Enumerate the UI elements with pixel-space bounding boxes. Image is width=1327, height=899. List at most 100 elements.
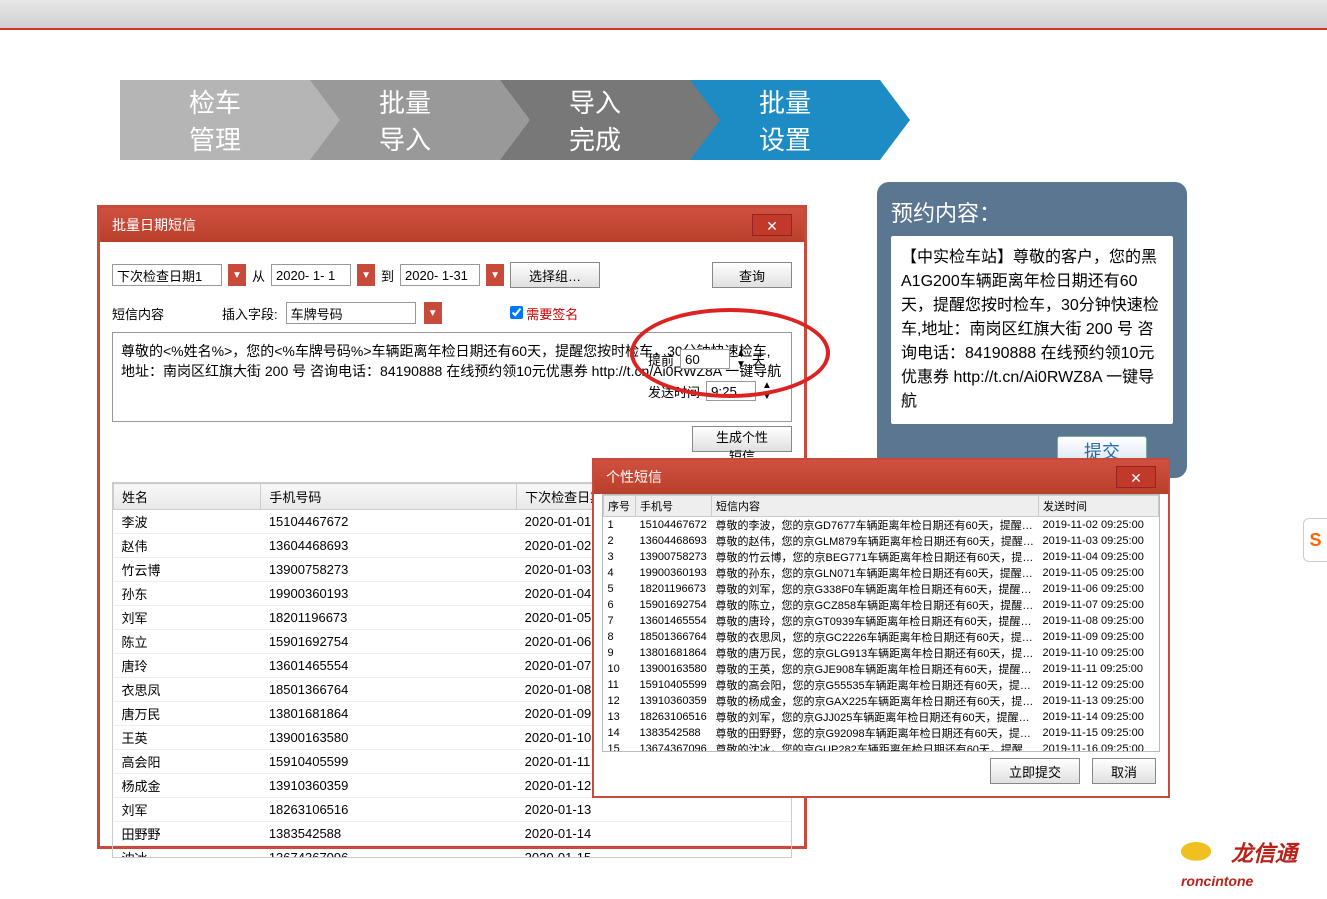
table-row[interactable]: 818501366764尊敬的衣思凤，您的京GC2226车辆距离年检日期还有60… [604, 629, 1159, 645]
close-button[interactable]: ✕ [1116, 466, 1156, 488]
table-row[interactable]: 913801681864尊敬的唐万民，您的京GLG913车辆距离年检日期还有60… [604, 645, 1159, 661]
table-row[interactable]: 615901692754尊敬的陈立，您的京GCZ858车辆距离年检日期还有60天… [604, 597, 1159, 613]
table-row[interactable]: 115104467672尊敬的李波，您的京GD7677车辆距离年检日期还有60天… [604, 517, 1159, 534]
cell: 2019-11-04 09:25:00 [1039, 549, 1159, 565]
date-field-select[interactable]: 下次检查日期1 [112, 264, 222, 286]
cell: 10 [604, 661, 636, 677]
side-tab[interactable]: S [1303, 518, 1327, 562]
cell: 田野野 [114, 822, 261, 846]
cell: 尊敬的刘军，您的京G338F0车辆距离年检日期还有60天，提醒… [712, 581, 1039, 597]
cell: 王英 [114, 726, 261, 750]
generate-button[interactable]: 生成个性短信 [692, 426, 792, 452]
column-header[interactable]: 手机号码 [261, 484, 517, 510]
query-button[interactable]: 查询 [712, 262, 792, 288]
sign-label: 需要签名 [526, 307, 578, 322]
spin-down-icon[interactable]: ▼ [762, 391, 772, 402]
cell: 18201196673 [261, 606, 517, 630]
cell: 3 [604, 549, 636, 565]
cell: 孙东 [114, 582, 261, 606]
cell: 2019-11-16 09:25:00 [1039, 741, 1159, 752]
cell: 7 [604, 613, 636, 629]
table-row[interactable]: 313900758273尊敬的竹云博，您的京BEG771车辆距离年检日期还有60… [604, 549, 1159, 565]
cell: 14 [604, 725, 636, 741]
cell: 13 [604, 709, 636, 725]
sms-grid[interactable]: 序号手机号短信内容发送时间115104467672尊敬的李波，您的京GD7677… [602, 494, 1160, 752]
table-row[interactable]: 刘军182631065162020-01-13 [114, 798, 791, 822]
table-row[interactable]: 1213910360359尊敬的杨成金，您的京GAX225车辆距离年检日期还有6… [604, 693, 1159, 709]
table-row[interactable]: 141383542588尊敬的田野野，您的京G92098车辆距离年检日期还有60… [604, 725, 1159, 741]
logo: 龙信通 roncintone [1181, 836, 1297, 889]
column-header[interactable]: 序号 [604, 496, 636, 517]
table-row[interactable]: 沈冰136743670962020-01-15 [114, 846, 791, 859]
cell: 2019-11-08 09:25:00 [1039, 613, 1159, 629]
cell: 竹云博 [114, 558, 261, 582]
table-row[interactable]: 419900360193尊敬的孙东，您的京GLN071车辆距离年检日期还有60天… [604, 565, 1159, 581]
chevron-down-icon[interactable]: ▼ [424, 302, 442, 324]
popup-cancel-button[interactable]: 取消 [1092, 758, 1156, 784]
cell: 11 [604, 677, 636, 693]
cell: 2019-11-11 09:25:00 [1039, 661, 1159, 677]
cell: 13604468693 [261, 534, 517, 558]
popup-title: 个性短信 [606, 467, 662, 487]
cell: 唐玲 [114, 654, 261, 678]
table-row[interactable]: 1115910405599尊敬的高会阳，您的京G55535车辆距离年检日期还有6… [604, 677, 1159, 693]
preview-panel: 预约内容： 【中实检车站】尊敬的客户，您的黑A1G200车辆距离年检日期还有60… [877, 182, 1187, 478]
chevron-down-icon[interactable]: ▼ [357, 264, 375, 286]
sendtime-input[interactable] [706, 381, 756, 401]
cell: 2019-11-10 09:25:00 [1039, 645, 1159, 661]
preview-title: 预约内容： [891, 196, 1173, 228]
cell: 15901692754 [636, 597, 712, 613]
cell: 1 [604, 517, 636, 534]
popup-submit-button[interactable]: 立即提交 [990, 758, 1080, 784]
cell: 2019-11-06 09:25:00 [1039, 581, 1159, 597]
column-header[interactable]: 短信内容 [712, 496, 1039, 517]
cell: 19900360193 [636, 565, 712, 581]
cell: 13674367096 [261, 846, 517, 859]
insert-label: 插入字段: [222, 304, 278, 323]
pick-group-button[interactable]: 选择组… [510, 262, 600, 288]
spin-up-icon[interactable]: ▲ [736, 348, 746, 359]
table-row[interactable]: 1318263106516尊敬的刘军，您的京GJJ025车辆距离年检日期还有60… [604, 709, 1159, 725]
cell: 2019-11-13 09:25:00 [1039, 693, 1159, 709]
table-row[interactable]: 1513674367096尊敬的沈冰，您的京GUP282车辆距离年检日期还有60… [604, 741, 1159, 752]
cell: 4 [604, 565, 636, 581]
popup-window: 个性短信 ✕ 序号手机号短信内容发送时间115104467672尊敬的李波，您的… [592, 458, 1170, 798]
date-to[interactable]: 2020- 1-31 [400, 264, 480, 286]
table-row[interactable]: 713601465554尊敬的唐玲，您的京GT0939车辆距离年检日期还有60天… [604, 613, 1159, 629]
cell: 陈立 [114, 630, 261, 654]
cell: 2019-11-12 09:25:00 [1039, 677, 1159, 693]
table-row[interactable]: 213604468693尊敬的赵伟，您的京GLM879车辆距离年检日期还有60天… [604, 533, 1159, 549]
cell: 13910360359 [636, 693, 712, 709]
logo-cn: 龙信通 [1231, 841, 1297, 866]
breadcrumb-step[interactable]: 检车管理 [120, 80, 310, 160]
cell: 沈冰 [114, 846, 261, 859]
table-row[interactable]: 田野野13835425882020-01-14 [114, 822, 791, 846]
cell: 18263106516 [636, 709, 712, 725]
cell: 13900163580 [261, 726, 517, 750]
cell: 13910360359 [261, 774, 517, 798]
cell: 唐万民 [114, 702, 261, 726]
sign-checkbox[interactable] [510, 306, 523, 319]
cell: 13900758273 [636, 549, 712, 565]
cell: 尊敬的衣思凤，您的京GC2226车辆距离年检日期还有60天，提… [712, 629, 1039, 645]
cell: 19900360193 [261, 582, 517, 606]
cell: 13900758273 [261, 558, 517, 582]
insert-field-select[interactable]: 车牌号码 [286, 302, 416, 324]
date-from[interactable]: 2020- 1- 1 [271, 264, 351, 286]
advance-input[interactable] [680, 349, 730, 369]
spin-up-icon[interactable]: ▲ [762, 380, 772, 391]
chevron-down-icon[interactable]: ▼ [228, 264, 246, 286]
cell: 6 [604, 597, 636, 613]
cell: 刘军 [114, 606, 261, 630]
column-header[interactable]: 姓名 [114, 484, 261, 510]
table-row[interactable]: 518201196673尊敬的刘军，您的京G338F0车辆距离年检日期还有60天… [604, 581, 1159, 597]
column-header[interactable]: 手机号 [636, 496, 712, 517]
column-header[interactable]: 发送时间 [1039, 496, 1159, 517]
spin-down-icon[interactable]: ▼ [736, 359, 746, 370]
close-button[interactable]: ✕ [752, 214, 792, 236]
chevron-down-icon[interactable]: ▼ [486, 264, 504, 286]
table-row[interactable]: 1013900163580尊敬的王英，您的京GJE908车辆距离年检日期还有60… [604, 661, 1159, 677]
step-title: 导入 [569, 83, 621, 120]
cell: 13674367096 [636, 741, 712, 752]
cell: 李波 [114, 510, 261, 534]
